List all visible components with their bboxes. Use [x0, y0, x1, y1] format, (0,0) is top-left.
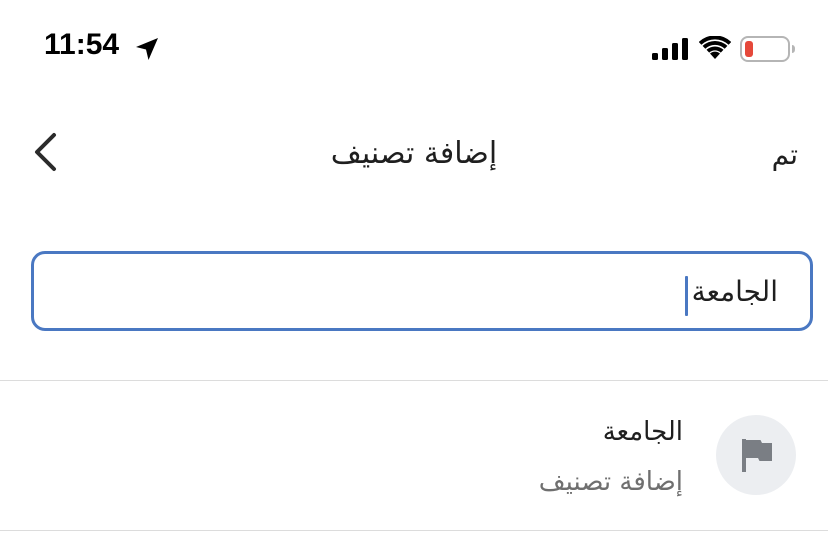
signal-bars-icon	[652, 38, 688, 60]
suggestion-title: الجامعة	[602, 417, 683, 447]
done-button[interactable]: تم	[772, 138, 798, 171]
header: إضافة تصنيف تم	[0, 110, 828, 200]
suggestion-row[interactable]: الجامعة إضافة تصنيف	[0, 381, 828, 531]
location-arrow-icon	[136, 38, 158, 60]
status-bar: 11:54	[0, 0, 828, 100]
flag-icon-circle	[716, 415, 796, 495]
label-input-container	[31, 251, 813, 331]
divider	[0, 530, 828, 531]
page-title: إضافة تصنيف	[330, 136, 498, 171]
screen: 11:54 إضافة تصنيف تم الجامعة الجامعة إضا…	[0, 0, 828, 560]
wifi-icon	[699, 36, 731, 59]
status-time: 11:54	[44, 28, 120, 61]
text-cursor	[685, 276, 688, 316]
suggestion-subtitle: إضافة تصنيف	[538, 467, 683, 497]
label-input[interactable]	[34, 254, 810, 328]
flag-icon	[742, 439, 772, 472]
battery-low-icon	[740, 36, 795, 62]
